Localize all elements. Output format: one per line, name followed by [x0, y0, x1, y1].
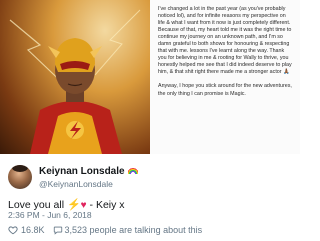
- tweet-timestamp[interactable]: 2:36 PM - Jun 6, 2018: [8, 210, 92, 220]
- tweet-stats: 16.8K 3,523 people are talking about thi…: [8, 225, 202, 235]
- rainbow-icon: [128, 168, 139, 175]
- notes-screenshot: I've changed a lot in the past year (as …: [150, 0, 300, 154]
- talking-count[interactable]: 3,523 people are talking about this: [65, 225, 203, 235]
- like-heart-icon[interactable]: [8, 225, 18, 235]
- tweet-media[interactable]: I've changed a lot in the past year (as …: [0, 0, 300, 154]
- display-name[interactable]: Keiynan Lonsdale: [39, 166, 139, 177]
- tweet-text-end: - Keiy x: [86, 199, 125, 211]
- kid-flash-figure: [9, 9, 141, 154]
- speech-bubble-icon[interactable]: [53, 225, 63, 235]
- avatar[interactable]: [8, 165, 32, 189]
- note-paragraph: I've changed a lot in the past year (as …: [158, 6, 292, 76]
- display-name-text[interactable]: Keiynan Lonsdale: [39, 166, 125, 177]
- note-paragraph: Anyway, I hope you stick around for the …: [158, 83, 292, 97]
- user-handle[interactable]: @KeiynanLonsdale: [39, 179, 113, 189]
- like-count[interactable]: 16.8K: [21, 225, 45, 235]
- tweet-author[interactable]: Keiynan Lonsdale @KeiynanLonsdale: [8, 165, 298, 191]
- kid-flash-photo[interactable]: [0, 0, 150, 154]
